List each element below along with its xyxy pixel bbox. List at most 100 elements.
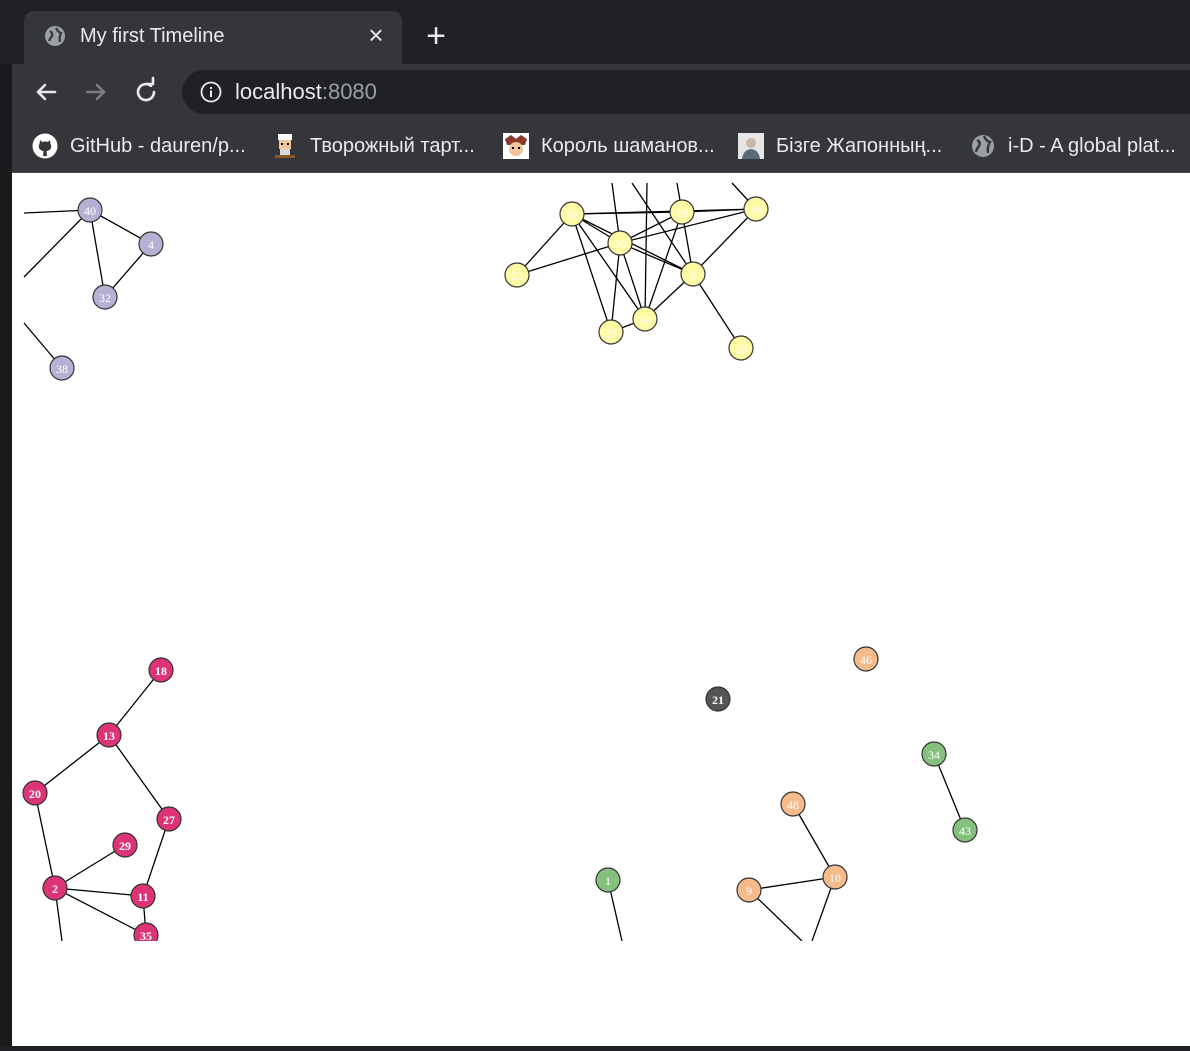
person-photo-icon <box>738 133 764 159</box>
graph-node-label: 23 <box>511 269 523 283</box>
graph-node-29[interactable]: 29 <box>112 832 138 858</box>
close-icon[interactable]: × <box>364 22 388 48</box>
graph-node-label: 48 <box>787 798 799 812</box>
active-tab[interactable]: My first Timeline × <box>24 11 402 64</box>
bookmark-label: Творожный тарт... <box>310 134 475 157</box>
bookmark-label: i-D - A global plat... <box>1008 134 1176 157</box>
graph-node-13[interactable]: 13 <box>96 722 122 748</box>
address-bar[interactable]: localhost:8080 <box>182 70 1190 114</box>
graph-node-label: 28 <box>735 342 747 356</box>
graph-node-44[interactable]: 44 <box>632 306 658 332</box>
graph-edge <box>571 213 612 333</box>
graph-edge <box>692 208 757 275</box>
url-host: localhost <box>235 79 322 104</box>
graph-edge <box>692 273 742 349</box>
graph-node-28[interactable]: 28 <box>728 335 754 361</box>
network-graph: 404323836 19 392623 64425281813202729211352… <box>12 182 1190 1046</box>
graph-node-1[interactable]: 1 <box>595 867 621 893</box>
graph-node-label: 43 <box>959 824 971 838</box>
graph-node-46[interactable]: 46 <box>853 646 879 672</box>
graph-node-label: 36 <box>566 208 578 222</box>
graph-node-48[interactable]: 48 <box>780 791 806 817</box>
url-port: :8080 <box>321 79 377 104</box>
url-text: localhost:8080 <box>235 79 377 105</box>
plus-icon[interactable]: + <box>422 19 450 53</box>
bookmark-japan[interactable]: Бізге Жапонның... <box>738 132 942 160</box>
graph-edge <box>792 803 836 878</box>
graph-node-2[interactable]: 2 <box>42 875 68 901</box>
graph-node-label: 20 <box>29 787 41 801</box>
window-edge <box>0 0 12 1046</box>
graph-node-25[interactable]: 25 <box>598 319 624 345</box>
graph-node-label: 34 <box>928 748 940 762</box>
graph-node-19[interactable]: 19 <box>669 199 695 225</box>
bookmark-github[interactable]: GitHub - dauren/p... <box>32 132 246 160</box>
graph-edge <box>748 876 836 891</box>
graph-node-43[interactable]: 43 <box>952 817 978 843</box>
graph-node-label: 1 <box>605 874 611 888</box>
graph-edge <box>516 242 621 276</box>
graph-node-label: 6 <box>690 268 696 282</box>
graph-edge <box>34 792 56 889</box>
bookmarks-bar: GitHub - dauren/p... Творожный тарт... К… <box>12 120 1190 173</box>
graph-edge-offscreen <box>23 209 91 278</box>
bookmark-shaman-king[interactable]: Король шаманов... <box>503 132 715 160</box>
graph-node-label: 26 <box>614 237 626 251</box>
tab-title: My first Timeline <box>80 25 225 47</box>
graph-node-label: 44 <box>639 313 651 327</box>
graph-node-label: 9 <box>746 884 752 898</box>
graph-node-11[interactable]: 11 <box>130 883 156 909</box>
graph-node-10[interactable]: 10 <box>822 864 848 890</box>
graph-edge <box>34 734 110 794</box>
graph-node-32[interactable]: 32 <box>92 284 118 310</box>
graph-node-label: 13 <box>103 729 115 743</box>
page-content: 40 4 32 38 36 19 39 26 23 6 44 25 28 18 13 20 27 29 2 11 35 2… <box>12 173 1190 1046</box>
arrow-right-icon[interactable] <box>80 76 112 108</box>
info-icon[interactable] <box>200 81 222 103</box>
graph-node-label: 38 <box>56 362 68 376</box>
graph-node-label: 46 <box>860 653 872 667</box>
graph-node-label: 4 <box>148 238 154 252</box>
graph-node-4[interactable]: 4 <box>138 231 164 257</box>
chef-avatar-icon <box>275 134 295 158</box>
globe-icon <box>972 135 994 157</box>
graph-node-label: 35 <box>140 929 152 943</box>
graph-node-label: 27 <box>163 813 175 827</box>
github-icon <box>32 133 58 159</box>
graph-node-label: 19 <box>676 206 688 220</box>
graph-viewport-mask <box>12 941 1190 1046</box>
globe-icon <box>45 26 65 46</box>
graph-node-label: 18 <box>155 664 167 678</box>
bookmark-label: Король шаманов... <box>541 134 715 157</box>
graph-node-26[interactable]: 26 <box>607 230 633 256</box>
graph-node-23[interactable]: 23 <box>504 262 530 288</box>
graph-node-label: 11 <box>137 890 148 904</box>
graph-node-label: 21 <box>712 693 724 707</box>
graph-node-label: 32 <box>99 291 111 305</box>
graph-edge <box>108 734 170 820</box>
graph-node-label: 2 <box>52 882 58 896</box>
graph-node-39[interactable]: 39 <box>743 196 769 222</box>
graph-node-9[interactable]: 9 <box>736 877 762 903</box>
graph-node-34[interactable]: 34 <box>921 741 947 767</box>
bookmark-tart[interactable]: Творожный тарт... <box>272 132 475 160</box>
graph-node-20[interactable]: 20 <box>22 780 48 806</box>
graph-node-21[interactable]: 21 <box>705 686 731 712</box>
bookmark-label: GitHub - dauren/p... <box>70 134 246 157</box>
tab-strip: My first Timeline × + <box>0 0 1190 64</box>
arrow-left-icon[interactable] <box>30 76 62 108</box>
browser-toolbar: localhost:8080 <box>12 64 1190 120</box>
graph-node-40[interactable]: 40 <box>77 197 103 223</box>
graph-node-label: 29 <box>119 839 131 853</box>
graph-node-6[interactable]: 6 <box>680 261 706 287</box>
bookmark-label: Бізге Жапонның... <box>776 134 943 157</box>
graph-node-38[interactable]: 38 <box>49 355 75 381</box>
graph-node-label: 10 <box>829 871 841 885</box>
bookmark-i-d[interactable]: i-D - A global plat... <box>970 132 1176 160</box>
graph-node-18[interactable]: 18 <box>148 657 174 683</box>
graph-edge <box>89 209 106 298</box>
graph-node-label: 25 <box>605 326 617 340</box>
reload-icon[interactable] <box>130 76 162 108</box>
graph-node-27[interactable]: 27 <box>156 806 182 832</box>
graph-node-36[interactable]: 36 <box>559 201 585 227</box>
